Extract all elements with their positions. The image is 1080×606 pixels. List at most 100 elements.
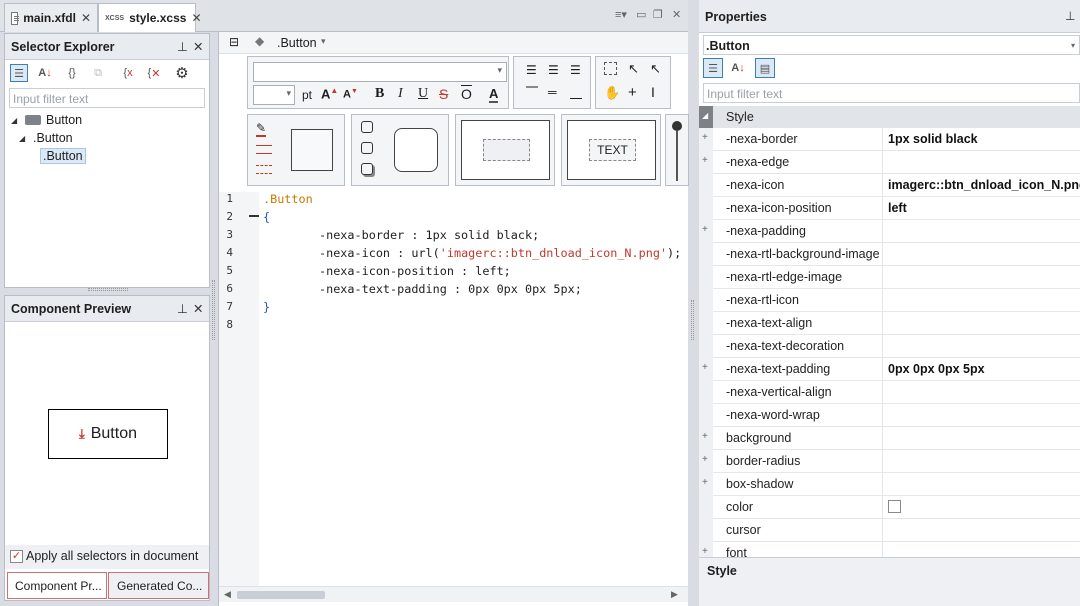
overline-icon[interactable]: O (461, 86, 472, 102)
pin-icon[interactable]: ⊥ (177, 301, 188, 316)
border-preview[interactable] (291, 129, 333, 171)
close-icon[interactable]: ✕ (191, 11, 201, 25)
sort-alpha-icon[interactable]: A ↓ (728, 58, 748, 78)
property-row[interactable]: + -nexa-border 1px solid black (699, 128, 1080, 151)
align-right-icon[interactable]: ☰ (570, 63, 581, 77)
align-left-icon[interactable]: ☰ (526, 63, 537, 77)
color-swatch-checkbox[interactable] (888, 500, 901, 513)
horizontal-scrollbar[interactable]: ◀ ▶ (219, 586, 688, 602)
slider-track[interactable] (676, 131, 678, 181)
selector-name-field[interactable]: .Button (703, 35, 1080, 55)
chevron-down-icon[interactable]: ▾ (1071, 41, 1075, 50)
property-value[interactable]: 1px solid black (888, 132, 978, 146)
expand-icon[interactable]: + (702, 431, 708, 442)
border-style-icon[interactable] (256, 145, 272, 154)
collapse-icon[interactable]: ◢ (11, 116, 17, 125)
property-row[interactable]: -nexa-vertical-align (699, 381, 1080, 404)
property-row[interactable]: -nexa-word-wrap (699, 404, 1080, 427)
scroll-thumb[interactable] (237, 591, 325, 599)
minimize-icon[interactable]: ▭ (636, 8, 646, 21)
apply-all-checkbox[interactable]: ✓ (10, 550, 23, 563)
property-row[interactable]: + border-radius (699, 450, 1080, 473)
bold-icon[interactable]: B (375, 86, 384, 102)
sort-alpha-icon[interactable]: A ↓ (36, 64, 54, 82)
scroll-left-icon[interactable]: ◀ (224, 589, 231, 600)
expand-icon[interactable]: + (702, 477, 708, 488)
property-row[interactable]: + -nexa-edge (699, 151, 1080, 174)
chevron-down-icon[interactable]: ▾ (321, 36, 326, 47)
expand-icon[interactable]: + (702, 454, 708, 465)
close-icon[interactable]: ✕ (81, 11, 91, 25)
property-row[interactable]: -nexa-text-align (699, 312, 1080, 335)
maximize-icon[interactable]: ❐ (653, 8, 663, 21)
expand-icon[interactable]: + (702, 224, 708, 235)
font-color-icon[interactable]: A (489, 86, 499, 103)
hand-icon[interactable]: ✋ (604, 85, 620, 101)
border-color-icon[interactable]: ✎ (256, 121, 267, 137)
property-row[interactable]: -nexa-rtl-background-image (699, 243, 1080, 266)
close-icon[interactable]: ✕ (193, 39, 203, 54)
property-value[interactable]: imagerc::btn_dnload_icon_N.png (888, 178, 1080, 192)
delete-all-icon[interactable]: {✕ (145, 64, 163, 82)
property-value[interactable]: 0px 0px 0px 5px (888, 362, 985, 376)
property-row[interactable]: + -nexa-padding (699, 220, 1080, 243)
text-cursor-icon[interactable]: I (651, 84, 655, 100)
tab-generated-code[interactable]: Generated Co... (108, 572, 209, 599)
property-row[interactable]: color (699, 496, 1080, 519)
underline-icon[interactable]: U (418, 86, 428, 102)
text-padding-preview[interactable]: TEXT (567, 120, 656, 180)
expand-icon[interactable]: + (702, 362, 708, 373)
pin-icon[interactable]: ⊥ (1065, 9, 1075, 23)
fold-marker-icon[interactable] (249, 215, 259, 217)
selector-filter-input[interactable]: Input filter text (9, 88, 205, 108)
align-center-icon[interactable]: ☰ (548, 63, 559, 77)
radius-icon-2[interactable] (361, 142, 373, 154)
property-filter-input[interactable]: Input filter text (703, 83, 1080, 103)
expand-icon[interactable]: + (702, 546, 708, 557)
crosshair-icon[interactable]: + (628, 84, 637, 101)
add-selector-icon[interactable]: {} (63, 64, 81, 82)
property-row[interactable]: + box-shadow (699, 473, 1080, 496)
scroll-right-icon[interactable]: ▶ (671, 589, 678, 600)
italic-icon[interactable]: I (398, 86, 403, 102)
property-row[interactable]: -nexa-rtl-icon (699, 289, 1080, 312)
property-row[interactable]: + -nexa-text-padding 0px 0px 0px 5px (699, 358, 1080, 381)
valign-middle-icon[interactable]: ═ (548, 85, 557, 99)
property-row[interactable]: cursor (699, 519, 1080, 542)
preview-button[interactable]: ⤓ Button (48, 409, 168, 459)
settings-gear-icon[interactable]: ⚙ (173, 64, 191, 82)
pointer-icon[interactable]: ↖ (628, 61, 639, 77)
property-row[interactable]: -nexa-text-decoration (699, 335, 1080, 358)
tab-component-preview[interactable]: Component Pr... (7, 572, 107, 599)
strikethrough-icon[interactable]: S (439, 86, 448, 102)
marquee-select-icon[interactable] (604, 62, 617, 75)
property-pages-icon[interactable]: ▤ (755, 58, 775, 78)
collapse-icon[interactable]: ◢ (19, 134, 25, 143)
expand-icon[interactable]: + (702, 132, 708, 143)
padding-preview[interactable] (461, 120, 550, 180)
pin-icon[interactable]: ⊥ (177, 39, 188, 54)
category-row[interactable]: ◢ Style (699, 106, 1080, 128)
vertical-splitter-handle-right[interactable] (691, 300, 694, 340)
breadcrumb[interactable]: .Button (277, 36, 317, 50)
property-row[interactable]: -nexa-icon-position left (699, 197, 1080, 220)
horizontal-splitter-handle[interactable] (88, 288, 128, 291)
radius-icon-1[interactable] (361, 121, 373, 133)
close-editor-icon[interactable]: ✕ (672, 8, 681, 21)
property-row[interactable]: -nexa-rtl-edge-image (699, 266, 1080, 289)
collapse-icon[interactable]: ◢ (702, 111, 708, 120)
expand-icon[interactable]: + (702, 155, 708, 166)
font-size-select[interactable]: ▾ (253, 85, 295, 105)
radius-preview[interactable] (394, 128, 438, 172)
list-tabs-icon[interactable]: ≡▾ (615, 8, 627, 21)
categorized-view-icon[interactable]: ☰ (703, 58, 723, 78)
tab-style-xcss[interactable]: XCSS style.xcss ✕ (98, 3, 202, 32)
vertical-splitter-handle[interactable] (212, 280, 215, 340)
tree-item-selected-button[interactable]: .Button (40, 148, 86, 164)
close-icon[interactable]: ✕ (193, 301, 203, 316)
property-row[interactable]: -nexa-icon imagerc::btn_dnload_icon_N.png (699, 174, 1080, 197)
property-value[interactable]: left (888, 201, 907, 215)
property-row[interactable]: + background (699, 427, 1080, 450)
valign-bottom-icon[interactable]: ⎽ (570, 85, 582, 100)
copy-selector-icon[interactable]: ⧉ (89, 64, 107, 82)
